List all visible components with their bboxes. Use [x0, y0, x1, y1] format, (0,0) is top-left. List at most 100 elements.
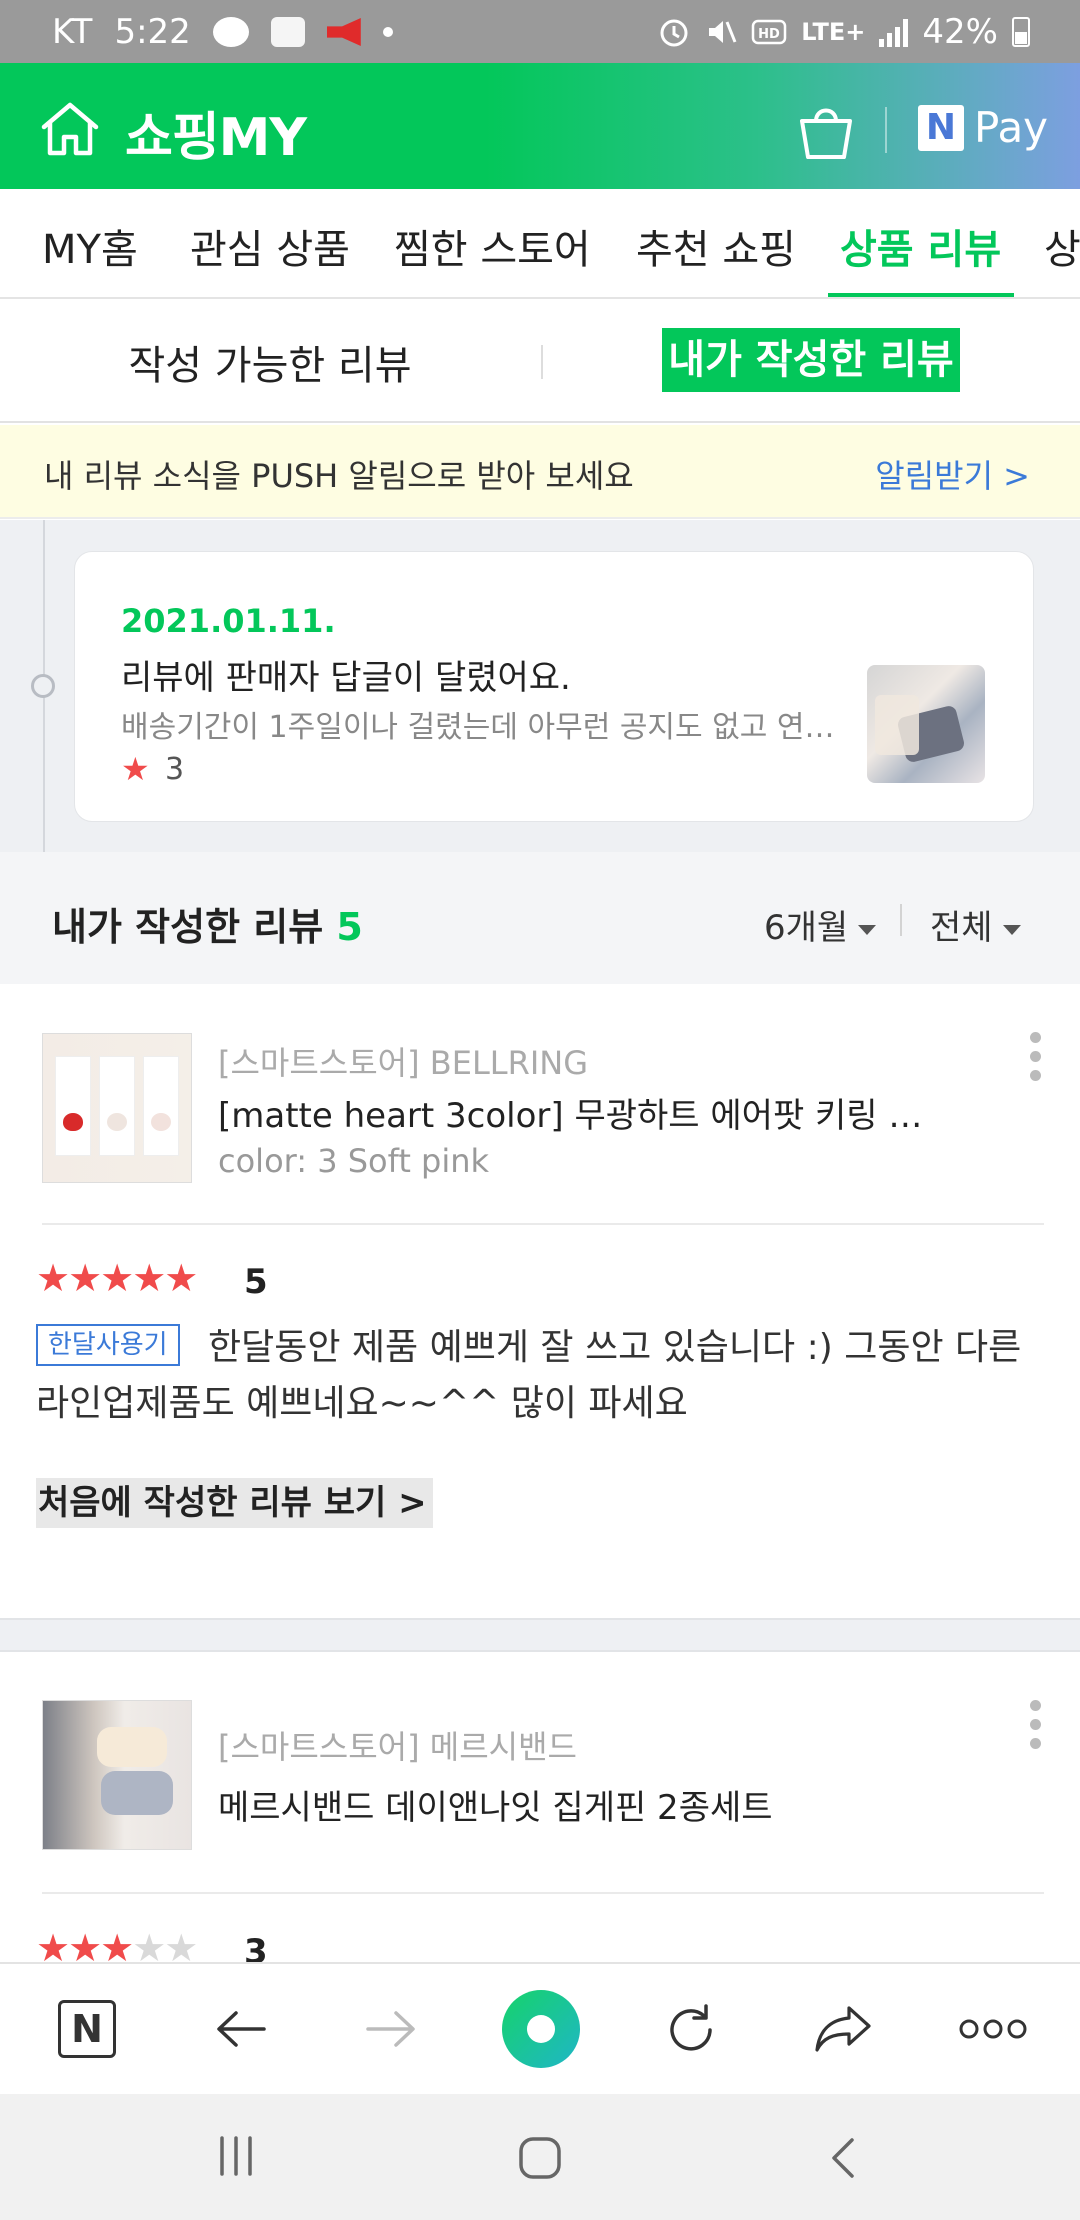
- main-tabs: MY홈 관심 상품 찜한 스토어 추천 쇼핑 상품 리뷰 상: [0, 189, 1080, 299]
- more-options-icon[interactable]: [1030, 1032, 1042, 1089]
- product-image-part: [143, 1056, 179, 1156]
- forward-button[interactable]: [356, 1994, 426, 2064]
- product-image-part: [55, 1056, 91, 1156]
- push-subscribe-link[interactable]: 알림받기 >: [875, 451, 1030, 497]
- signal-icon: [879, 17, 909, 47]
- rating-value: 5: [244, 1262, 268, 1302]
- page-title[interactable]: 쇼핑MY: [125, 95, 307, 170]
- notice-review-excerpt: 배송기간이 1주일이나 걸렸는데 아무런 공지도 없고 연락도 없어서: [121, 710, 861, 745]
- svg-text:HD: HD: [758, 27, 780, 42]
- product-image-part: [97, 1727, 167, 1767]
- more-notifications-icon: [382, 27, 393, 37]
- product-option: color: 3 Soft pink: [218, 1142, 490, 1180]
- product-image-part: [99, 1056, 135, 1156]
- arrow-right-icon: [366, 2011, 415, 2047]
- type-filter-dropdown[interactable]: 전체: [930, 900, 1021, 949]
- product-thumbnail[interactable]: [42, 1700, 192, 1850]
- push-banner: 내 리뷰 소식을 PUSH 알림으로 받아 보세요 알림받기 >: [0, 425, 1080, 519]
- rating-value: 3: [244, 1932, 268, 1962]
- section-title: 내가 작성한 리뷰 5: [52, 896, 363, 951]
- tab-my-home[interactable]: MY홈: [42, 217, 138, 275]
- subtab-writable-reviews[interactable]: 작성 가능한 리뷰: [0, 333, 540, 391]
- battery-percent: 42%: [922, 12, 998, 52]
- review-count: 5: [336, 905, 363, 949]
- system-navigation-bar: [0, 2094, 1080, 2220]
- megaphone-notification-icon: [326, 18, 361, 46]
- browser-toolbar: N: [0, 1962, 1080, 2094]
- naver-logo: N: [58, 2000, 116, 2058]
- alarm-icon: [660, 19, 688, 47]
- subtab-divider: [541, 345, 543, 379]
- carrier-label: KT: [52, 12, 93, 52]
- header-divider: [885, 107, 887, 153]
- network-type: LTE+: [801, 18, 866, 46]
- star-rating: ★★★★★: [36, 1926, 198, 1962]
- notification-timeline: 2021.01.11. 리뷰에 판매자 답글이 달렸어요. 배송기간이 1주일이…: [0, 520, 1080, 852]
- view-first-review-link[interactable]: 처음에 작성한 리뷰 보기 >: [36, 1478, 433, 1528]
- green-dot-button[interactable]: [502, 1990, 580, 2068]
- review-item: [스마트스토어] 메르시밴드 메르시밴드 데이앤나잇 집게핀 2종세트 ★★★★…: [0, 1652, 1080, 1962]
- refresh-button[interactable]: [656, 1994, 726, 2064]
- notice-date: 2021.01.11.: [121, 602, 336, 640]
- store-name[interactable]: [스마트스토어] BELLRING: [218, 1038, 588, 1084]
- subtab-my-reviews[interactable]: 내가 작성한 리뷰: [662, 328, 960, 392]
- review-text: 한달동안 제품 예쁘게 잘 쓰고 있습니다 :) 그동안 다른 라인업제품도 예…: [36, 1327, 1022, 1424]
- filter-divider: [900, 904, 902, 936]
- mute-icon: [709, 21, 737, 43]
- product-thumbnail[interactable]: [42, 1033, 192, 1183]
- section-gap: [0, 1618, 1080, 1652]
- arrow-left-icon: [217, 2011, 266, 2047]
- tab-favorite-stores[interactable]: 찜한 스토어: [394, 217, 591, 275]
- divider: [42, 1892, 1044, 1894]
- system-home-icon[interactable]: [516, 2134, 564, 2182]
- review-item: [스마트스토어] BELLRING [matte heart 3color] 무…: [0, 984, 1080, 1618]
- my-reviews-header: 내가 작성한 리뷰 5 6개월 전체: [0, 852, 1080, 984]
- tab-next-partial[interactable]: 상: [1044, 217, 1080, 275]
- shopping-bag-icon[interactable]: [798, 101, 854, 161]
- more-menu-button[interactable]: [956, 1994, 1030, 2064]
- naver-home-button[interactable]: N: [52, 1994, 122, 2064]
- home-icon[interactable]: [38, 101, 102, 157]
- review-subtabs: 작성 가능한 리뷰 내가 작성한 리뷰: [0, 299, 1080, 423]
- timeline-dot: [31, 674, 55, 698]
- share-icon: [815, 2006, 871, 2052]
- period-filter-dropdown[interactable]: 6개월: [764, 900, 877, 949]
- store-name[interactable]: [스마트스토어] 메르시밴드: [218, 1722, 577, 1768]
- tab-product-reviews[interactable]: 상품 리뷰: [840, 217, 1001, 275]
- status-bar: KT 5:22 HD LTE+ 42%: [0, 0, 1080, 63]
- product-name[interactable]: [matte heart 3color] 무광하트 에어팟 키링 버클 키링: [218, 1088, 938, 1137]
- more-horizontal-icon: [959, 2019, 1027, 2039]
- push-banner-text: 내 리뷰 소식을 PUSH 알림으로 받아 보세요: [44, 457, 634, 495]
- recent-apps-icon[interactable]: [214, 2134, 258, 2178]
- notice-rating: 3: [165, 752, 185, 787]
- notice-title: 리뷰에 판매자 답글이 달렸어요.: [121, 658, 571, 698]
- talk-notification-icon: [212, 17, 249, 47]
- clock: 5:22: [114, 12, 191, 52]
- seller-reply-notice-card[interactable]: 2021.01.11. 리뷰에 판매자 답글이 달렸어요. 배송기간이 1주일이…: [74, 551, 1034, 822]
- star-icon: ★: [121, 750, 150, 788]
- product-image-part: [101, 1771, 173, 1815]
- chevron-down-icon: [1002, 924, 1021, 935]
- share-button[interactable]: [808, 1994, 878, 2064]
- tab-recommended[interactable]: 추천 쇼핑: [636, 217, 796, 275]
- hd-voice-icon: HD: [751, 19, 787, 45]
- period-filter-label: 6개월: [764, 908, 849, 948]
- type-filter-label: 전체: [930, 908, 993, 948]
- npay-label: Pay: [974, 103, 1049, 152]
- app-header: 쇼핑MY N Pay: [0, 63, 1080, 189]
- system-back-icon[interactable]: [826, 2134, 860, 2182]
- npay-button[interactable]: N Pay: [918, 103, 1048, 152]
- section-title-text: 내가 작성한 리뷰: [52, 905, 324, 949]
- npay-logo: N: [918, 104, 964, 151]
- notice-product-thumbnail: [867, 665, 985, 783]
- star-rating: ★★★★★: [36, 1256, 198, 1300]
- divider: [42, 1223, 1044, 1225]
- product-name[interactable]: 메르시밴드 데이앤나잇 집게핀 2종세트: [218, 1780, 938, 1829]
- refresh-icon: [670, 2004, 712, 2051]
- more-options-icon[interactable]: [1030, 1700, 1042, 1757]
- tab-wishlist[interactable]: 관심 상품: [190, 217, 350, 275]
- battery-icon: [1012, 17, 1030, 47]
- gallery-notification-icon: [270, 17, 305, 47]
- back-button[interactable]: [206, 1994, 276, 2064]
- chevron-down-icon: [858, 924, 877, 935]
